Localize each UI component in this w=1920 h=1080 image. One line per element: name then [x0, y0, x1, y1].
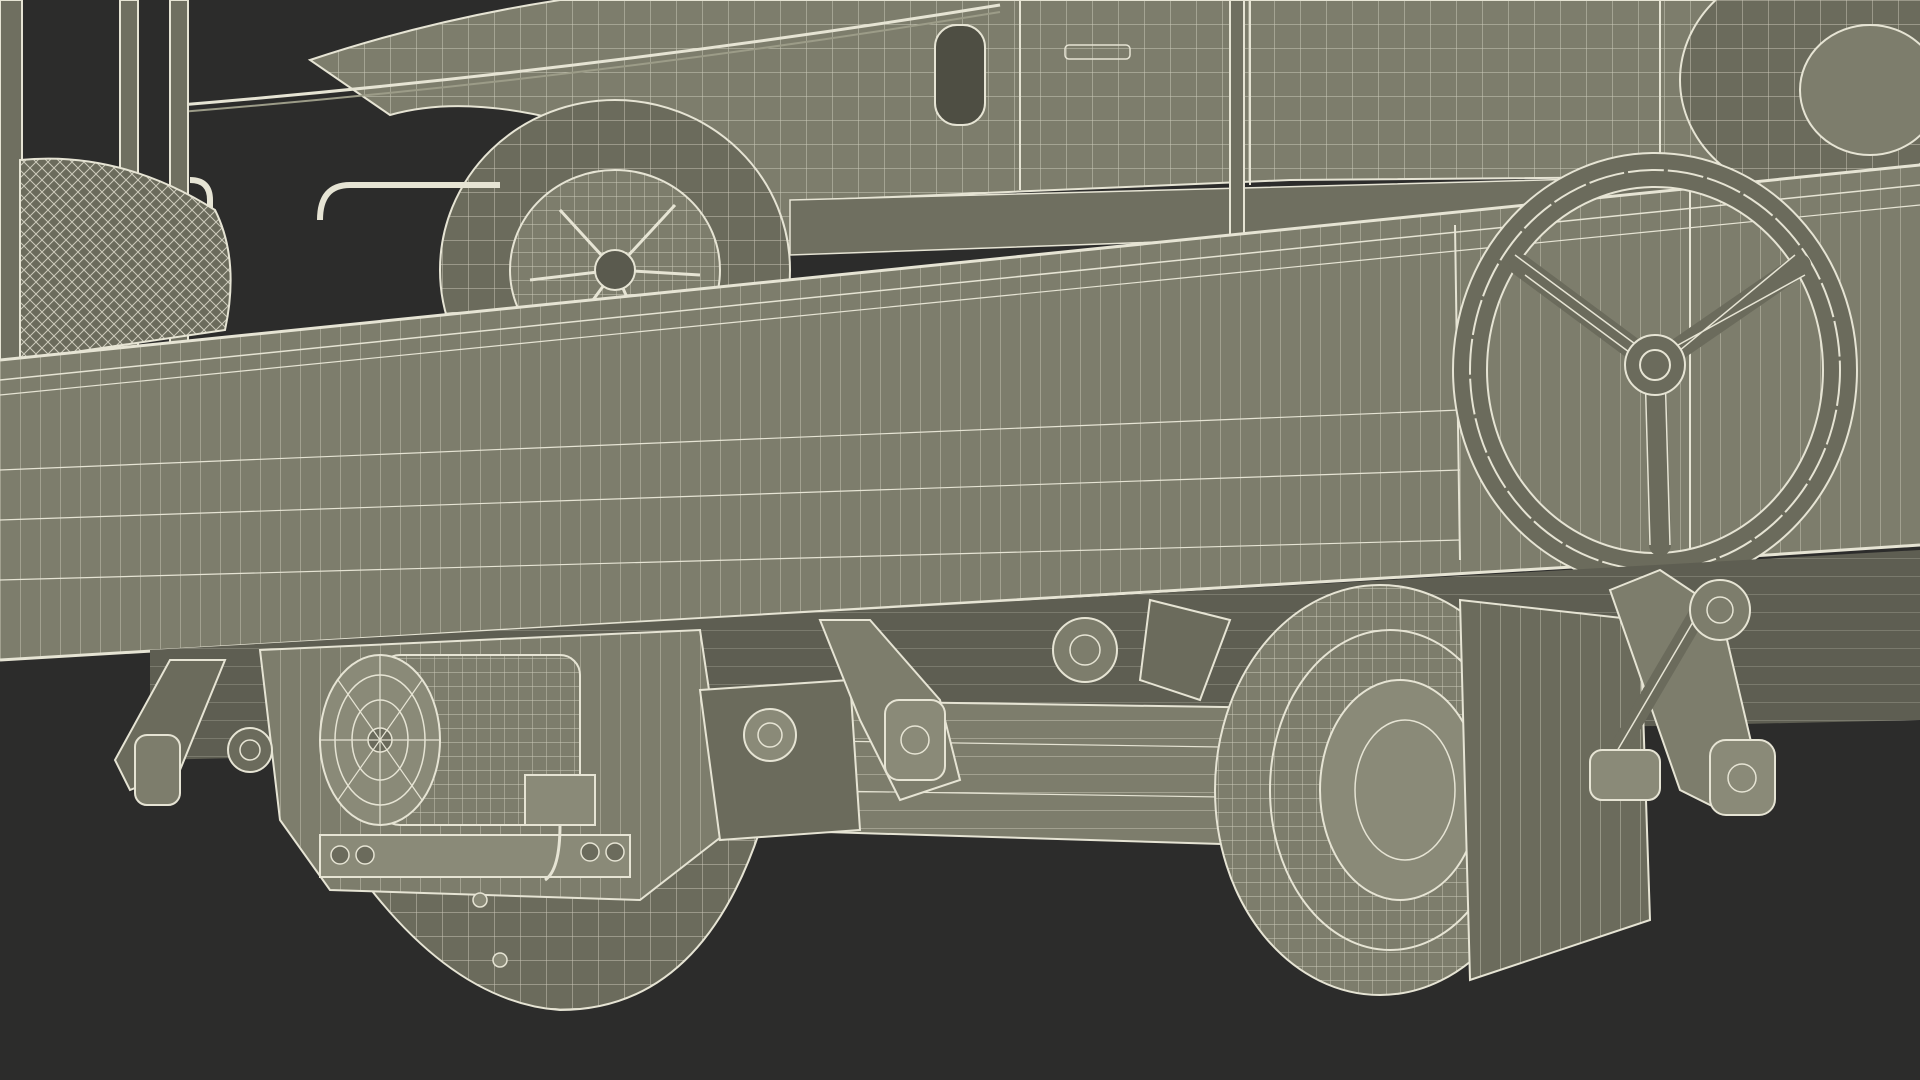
wireframe-render [0, 0, 1920, 1080]
render-viewport [0, 0, 1920, 1080]
rail-wheel-right [1214, 584, 1652, 996]
side-scoop [934, 24, 986, 126]
